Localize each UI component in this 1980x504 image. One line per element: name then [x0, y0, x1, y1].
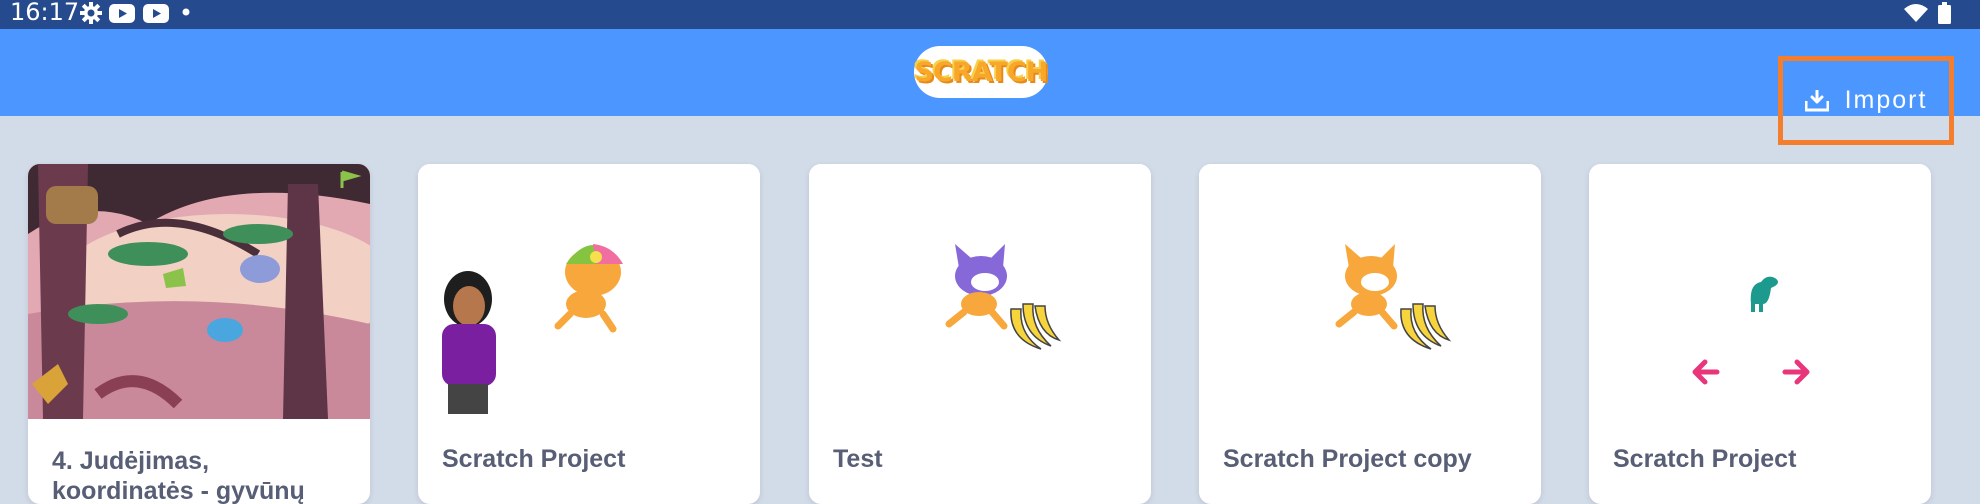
import-button[interactable]: Import	[1778, 56, 1954, 145]
project-thumbnail	[1199, 164, 1541, 419]
project-card[interactable]: Scratch Project	[1589, 164, 1931, 504]
battery-icon	[1938, 2, 1951, 24]
logo-text: SCRATCH	[914, 56, 1049, 88]
settings-icon	[80, 2, 102, 24]
status-bar: 16:17	[0, 0, 1980, 29]
project-thumbnail	[418, 164, 760, 419]
project-card[interactable]: Test	[809, 164, 1151, 504]
project-card[interactable]: 4. Judėjimas, koordinatės - gyvūnų	[28, 164, 370, 504]
download-icon	[1804, 89, 1829, 111]
project-thumbnail	[1589, 164, 1931, 419]
wifi-icon	[1904, 4, 1928, 22]
youtube-icon	[143, 4, 169, 23]
dot-icon	[182, 8, 190, 16]
project-title: Scratch Project	[442, 445, 626, 473]
youtube-icon	[109, 4, 135, 23]
project-card[interactable]: Scratch Project copy	[1199, 164, 1541, 504]
scratch-logo: SCRATCH	[914, 46, 1048, 98]
import-label: Import	[1844, 86, 1928, 114]
status-time: 16:17	[10, 0, 80, 26]
project-card[interactable]: Scratch Project	[418, 164, 760, 504]
project-thumbnail	[809, 164, 1151, 419]
project-title: 4. Judėjimas, koordinatės - gyvūnų	[52, 447, 305, 504]
project-title: Test	[833, 445, 883, 473]
project-title: Scratch Project	[1613, 445, 1797, 473]
project-thumbnail	[28, 164, 370, 419]
app-header: SCRATCH Import	[0, 29, 1980, 145]
project-title: Scratch Project copy	[1223, 445, 1472, 473]
